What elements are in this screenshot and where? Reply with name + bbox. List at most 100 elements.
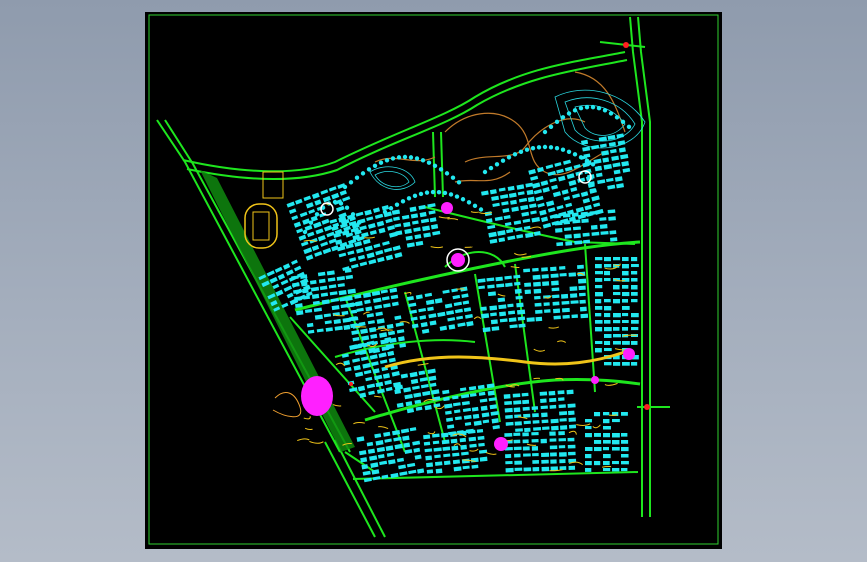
building [622,285,629,289]
building [532,267,539,272]
building [325,327,333,332]
building [403,221,411,228]
building [498,187,506,192]
building [558,397,565,401]
building [457,322,466,328]
villa [572,152,578,157]
building [382,240,390,246]
building [327,277,336,282]
building [424,404,432,411]
villa [560,147,566,152]
building [603,461,610,466]
building [345,274,354,280]
building [377,454,385,459]
building [351,329,360,335]
site-plan-drawing [148,14,719,545]
building [535,316,543,322]
building [549,404,557,409]
building [361,464,369,470]
building [548,390,556,396]
building [513,432,521,437]
building [375,249,384,256]
building [410,213,419,219]
building [352,358,361,363]
building [503,394,511,399]
building [405,235,413,241]
building [403,387,412,393]
building [540,180,549,187]
building [328,186,337,192]
planting [374,395,382,398]
villa [578,155,584,160]
building [621,461,629,465]
building [583,153,591,159]
building [409,371,418,378]
building [572,193,581,199]
villa [512,152,518,157]
building [329,291,338,296]
building [562,314,570,319]
planting [510,266,520,269]
villa [536,145,542,150]
building [385,386,393,392]
building [320,189,329,195]
building [384,379,392,386]
building [622,167,631,173]
villa [478,207,484,212]
building [504,275,512,280]
villa [554,119,560,125]
building [603,426,611,430]
building [392,245,401,251]
building [359,261,368,267]
building [328,284,337,289]
villa [314,212,320,217]
building [610,237,618,242]
building [549,177,557,183]
building [595,271,603,275]
building [370,462,379,468]
building [415,240,424,247]
building [472,413,480,419]
building [478,285,485,290]
building [430,389,440,395]
building [547,207,556,213]
building [394,443,403,450]
building [336,205,345,212]
building [387,225,395,231]
building [591,195,600,202]
building [528,169,536,175]
building [349,257,357,263]
building [603,447,610,451]
building [526,317,535,322]
building [311,244,320,251]
building [572,219,581,224]
building [541,267,548,272]
building [622,327,629,331]
building [622,313,629,317]
building [522,446,530,451]
building [478,391,486,396]
villa [442,190,448,196]
cad-viewport[interactable] [145,12,722,549]
building [522,439,529,444]
building [631,313,639,318]
building [631,299,638,303]
villa [614,115,620,120]
building [373,243,381,249]
planting [576,423,591,426]
building [426,462,434,468]
building [571,314,578,319]
building [508,310,516,315]
building [559,418,567,422]
building [577,264,584,269]
building [365,376,373,382]
building [321,218,330,225]
building [603,468,611,472]
villa [518,149,524,154]
building [585,419,592,423]
building [612,419,620,423]
building [499,318,508,323]
building [612,468,620,472]
building [573,233,581,239]
villa [584,158,590,163]
